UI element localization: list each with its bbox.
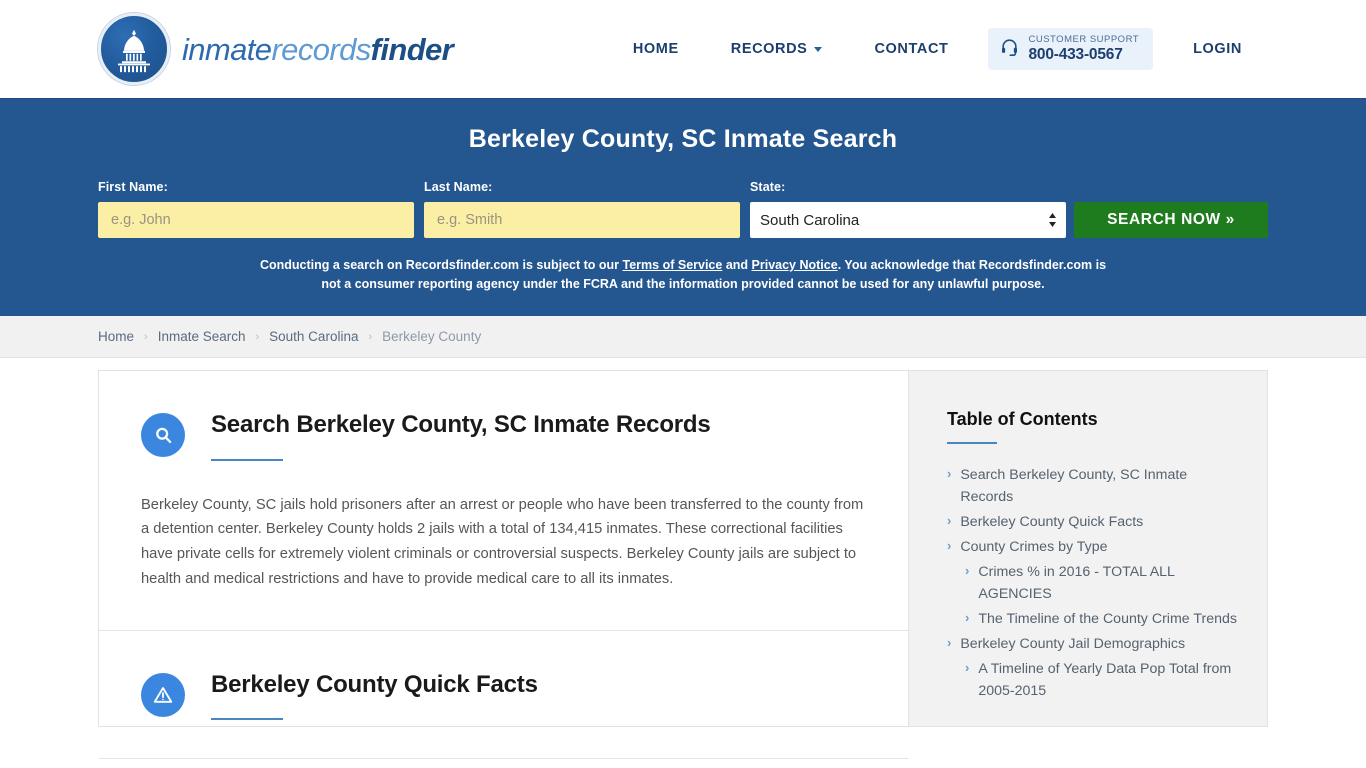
toc-link-crimes-percent-2016[interactable]: Crimes % in 2016 - TOTAL ALL AGENCIES bbox=[978, 561, 1237, 605]
breadcrumb-separator: › bbox=[255, 330, 260, 343]
toc-title: Table of Contents bbox=[947, 409, 1098, 429]
section-quick-facts: Berkeley County Quick Facts bbox=[99, 631, 908, 760]
main-navigation: HOME RECORDS CONTACT CUSTOMER SUPPORT 80… bbox=[607, 27, 1268, 71]
disclaimer-part1: Conducting a search on Recordsfinder.com… bbox=[259, 258, 623, 272]
last-name-label: Last Name: bbox=[424, 180, 493, 194]
section-underline bbox=[211, 458, 283, 461]
state-field-group: State: South Carolina bbox=[750, 180, 1066, 238]
section-title-wrapper: Berkeley County Quick Facts bbox=[211, 671, 538, 721]
toc-item[interactable]: › The Timeline of the County Crime Trend… bbox=[947, 608, 1237, 630]
toc-link-timeline-crime-trends[interactable]: The Timeline of the County Crime Trends bbox=[978, 608, 1237, 630]
chevron-right-icon: › bbox=[965, 660, 970, 675]
toc-link-county-crimes-by-type[interactable]: County Crimes by Type bbox=[960, 536, 1107, 558]
state-label: State: bbox=[750, 180, 786, 194]
nav-login[interactable]: LOGIN bbox=[1167, 33, 1268, 65]
section-title: Berkeley County Quick Facts bbox=[211, 670, 538, 698]
chevron-right-icon: › bbox=[965, 610, 970, 625]
chevron-right-icon: › bbox=[947, 538, 952, 553]
chevron-right-icon: › bbox=[965, 563, 970, 578]
breadcrumb-item-inmate-search[interactable]: Inmate Search bbox=[158, 329, 246, 344]
breadcrumb-item-berkeley-county: Berkeley County bbox=[382, 329, 482, 344]
section-header: Berkeley County Quick Facts bbox=[141, 671, 866, 721]
nav-contact-label: CONTACT bbox=[874, 40, 949, 57]
toc-link-jail-demographics[interactable]: Berkeley County Jail Demographics bbox=[960, 633, 1185, 655]
first-name-input[interactable] bbox=[98, 202, 414, 238]
magnifier-icon bbox=[141, 413, 185, 457]
breadcrumb-separator: › bbox=[368, 330, 373, 343]
nav-records[interactable]: RECORDS bbox=[705, 33, 849, 65]
brand-wordmark: inmaterecordsfinder bbox=[182, 31, 454, 67]
hero-search-panel: Berkeley County, SC Inmate Search First … bbox=[0, 98, 1366, 316]
state-select[interactable]: South Carolina bbox=[750, 202, 1066, 238]
nav-login-label: LOGIN bbox=[1193, 40, 1242, 57]
search-now-button[interactable]: SEARCH NOW » bbox=[1074, 202, 1268, 238]
toc-link-timeline-pop-total[interactable]: A Timeline of Yearly Data Pop Total from… bbox=[978, 658, 1237, 702]
brand-word-part1: inmate bbox=[182, 31, 272, 67]
main-content-card: Search Berkeley County, SC Inmate Record… bbox=[98, 370, 908, 760]
last-name-input[interactable] bbox=[424, 202, 740, 238]
privacy-notice-link[interactable]: Privacy Notice bbox=[752, 258, 838, 272]
breadcrumb-separator: › bbox=[144, 330, 148, 343]
section-title: Search Berkeley County, SC Inmate Record… bbox=[211, 411, 711, 438]
capitol-dome-icon bbox=[98, 13, 170, 85]
support-label: CUSTOMER SUPPORT bbox=[1028, 33, 1140, 45]
toc-item[interactable]: › A Timeline of Yearly Data Pop Total fr… bbox=[947, 658, 1237, 702]
section-underline bbox=[211, 718, 283, 721]
brand-word-part2: records bbox=[271, 31, 371, 67]
brand-logo[interactable]: inmaterecordsfinder bbox=[98, 13, 454, 85]
section-paragraph: Berkeley County, SC jails hold prisoners… bbox=[141, 496, 864, 587]
terms-of-service-link[interactable]: Terms of Service bbox=[623, 258, 723, 272]
section-header: Search Berkeley County, SC Inmate Record… bbox=[141, 411, 866, 461]
page-title: Berkeley County, SC Inmate Search bbox=[468, 125, 898, 153]
nav-records-label: RECORDS bbox=[730, 40, 808, 57]
search-disclaimer: Conducting a search on Recordsfinder.com… bbox=[258, 256, 1108, 294]
breadcrumb-item-south-carolina[interactable]: South Carolina bbox=[269, 329, 358, 344]
customer-support-button[interactable]: CUSTOMER SUPPORT 800-433-0567 bbox=[988, 27, 1154, 71]
site-header: inmaterecordsfinder HOME RECORDS CONTACT bbox=[0, 0, 1366, 98]
disclaimer-part2: and bbox=[722, 258, 752, 272]
breadcrumb: Home › Inmate Search › South Carolina › … bbox=[98, 329, 1268, 344]
section-search-inmate-records: Search Berkeley County, SC Inmate Record… bbox=[99, 371, 908, 631]
nav-contact[interactable]: CONTACT bbox=[848, 33, 974, 65]
page-body: Search Berkeley County, SC Inmate Record… bbox=[0, 358, 1366, 760]
toc-item[interactable]: › Search Berkeley County, SC Inmate Reco… bbox=[947, 464, 1237, 508]
chevron-right-icon: › bbox=[947, 513, 952, 528]
nav-home[interactable]: HOME bbox=[607, 33, 705, 65]
toc-list: › Search Berkeley County, SC Inmate Reco… bbox=[947, 464, 1237, 702]
table-of-contents: Table of Contents › Search Berkeley Coun… bbox=[908, 370, 1268, 727]
toc-link-quick-facts[interactable]: Berkeley County Quick Facts bbox=[960, 511, 1143, 533]
toc-item[interactable]: › Crimes % in 2016 - TOTAL ALL AGENCIES bbox=[947, 561, 1237, 605]
chevron-right-icon: › bbox=[947, 466, 952, 481]
toc-link-search-records[interactable]: Search Berkeley County, SC Inmate Record… bbox=[960, 464, 1237, 508]
state-select-wrapper: South Carolina bbox=[750, 202, 1066, 238]
toc-item[interactable]: › County Crimes by Type bbox=[947, 536, 1237, 558]
breadcrumb-bar: Home › Inmate Search › South Carolina › … bbox=[0, 316, 1366, 358]
last-name-field-group: Last Name: bbox=[424, 180, 740, 238]
nav-home-label: HOME bbox=[632, 40, 679, 57]
section-title-wrapper: Search Berkeley County, SC Inmate Record… bbox=[211, 411, 711, 461]
warning-triangle-icon bbox=[141, 672, 185, 717]
toc-item[interactable]: › Berkeley County Jail Demographics bbox=[947, 633, 1237, 655]
inmate-search-form: First Name: Last Name: State: South Caro… bbox=[98, 180, 1268, 238]
support-phone: 800-433-0567 bbox=[1028, 45, 1123, 63]
breadcrumb-item-home[interactable]: Home bbox=[98, 329, 134, 344]
chevron-right-icon: › bbox=[947, 635, 952, 650]
toc-underline bbox=[947, 442, 997, 444]
toc-item[interactable]: › Berkeley County Quick Facts bbox=[947, 511, 1237, 533]
first-name-label: First Name: bbox=[98, 180, 168, 194]
chevron-down-icon bbox=[814, 47, 823, 53]
first-name-field-group: First Name: bbox=[98, 180, 414, 238]
brand-word-part3: finder bbox=[370, 31, 454, 67]
support-text-group: CUSTOMER SUPPORT 800-433-0567 bbox=[1028, 33, 1140, 64]
headset-icon bbox=[1000, 37, 1019, 61]
